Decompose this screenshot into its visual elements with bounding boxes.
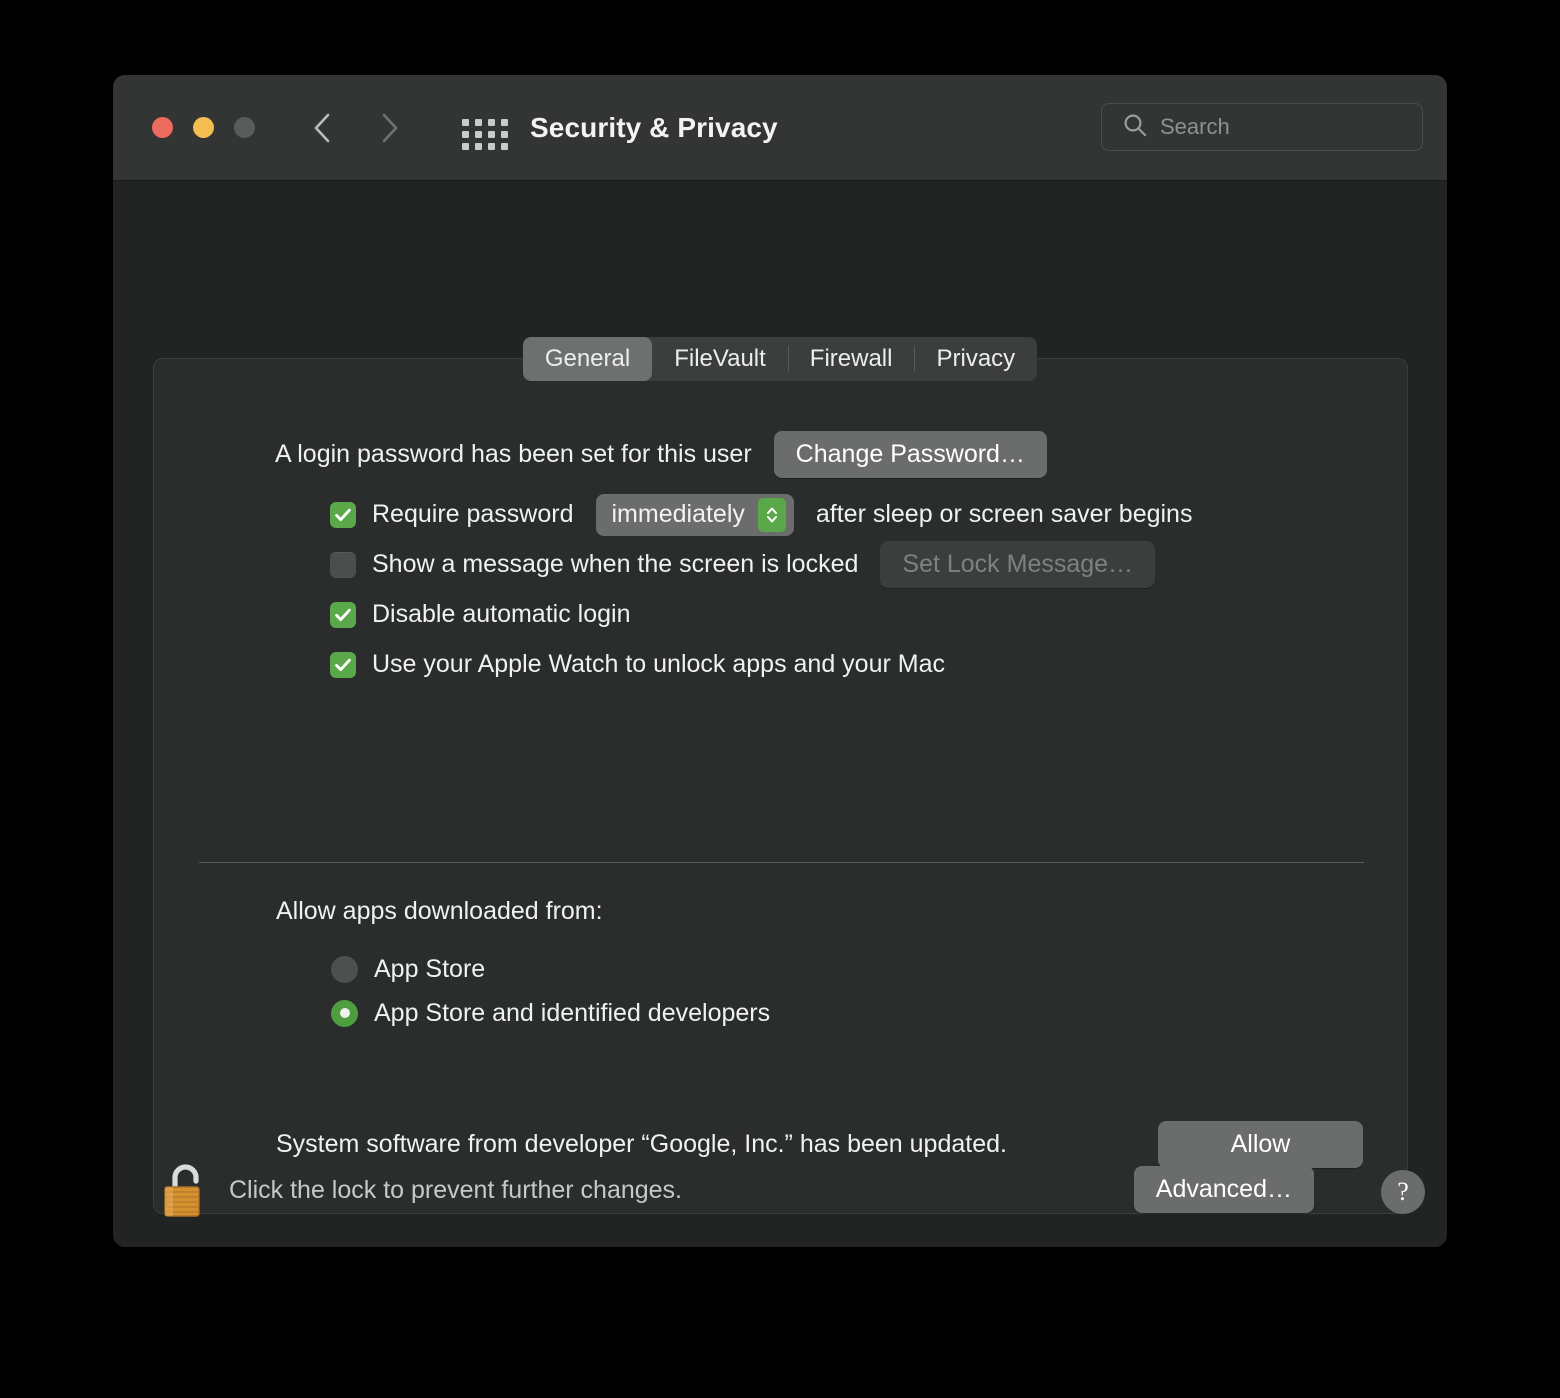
change-password-button[interactable]: Change Password… [773, 431, 1047, 478]
grid-dot [475, 142, 482, 150]
search-input[interactable] [1158, 113, 1447, 141]
grid-dot [462, 118, 469, 126]
grid-dot [475, 130, 482, 138]
minimize-icon[interactable] [193, 117, 214, 138]
window-footer: Click the lock to prevent further change… [113, 1128, 1447, 1247]
disable-automatic-login-checkbox[interactable] [330, 601, 356, 628]
app-store-label: App Store [374, 954, 486, 983]
grid-dot [501, 142, 508, 150]
app-source-radio-group: App Store App Store and identified devel… [331, 947, 770, 1035]
require-password-delay-popup[interactable]: immediately [595, 493, 794, 536]
require-password-checkbox[interactable] [330, 501, 356, 528]
apple-watch-unlock-label: Use your Apple Watch to unlock apps and … [372, 650, 945, 678]
grid-dot [488, 142, 495, 150]
app-store-radio[interactable] [331, 955, 358, 983]
grid-dot [488, 118, 495, 126]
require-password-delay-value: immediately [611, 500, 745, 528]
show-lock-message-checkbox[interactable] [330, 551, 356, 578]
allow-apps-label: Allow apps downloaded from: [276, 897, 603, 925]
lock-hint-label: Click the lock to prevent further change… [229, 1176, 683, 1204]
require-password-row: Require password immediately after sleep… [330, 490, 1192, 539]
grid-dot [501, 118, 508, 126]
help-button[interactable]: ? [1381, 1170, 1425, 1214]
password-status-label: A login password has been set for this u… [275, 439, 752, 468]
close-icon[interactable] [152, 117, 173, 138]
search-icon [1122, 112, 1148, 143]
disable-automatic-login-label: Disable automatic login [372, 600, 631, 628]
unlocked-padlock-icon[interactable] [159, 1161, 213, 1223]
navigation-arrows [309, 111, 403, 145]
security-privacy-window: Security & Privacy General FileVault Fir… [113, 75, 1447, 1247]
show-lock-message-label: Show a message when the screen is locked [372, 550, 859, 578]
tab-firewall[interactable]: Firewall [787, 337, 915, 381]
tab-bar: General FileVault Firewall Privacy [113, 337, 1447, 381]
show-message-row: Show a message when the screen is locked… [330, 540, 1192, 589]
segmented-control: General FileVault Firewall Privacy [522, 337, 1038, 381]
grid-dot [488, 130, 495, 138]
section-divider [199, 862, 1364, 863]
back-arrow-icon[interactable] [309, 111, 335, 145]
chevron-up-down-icon [757, 497, 786, 532]
disable-auto-login-row: Disable automatic login [330, 590, 1192, 639]
window-title: Security & Privacy [530, 112, 778, 143]
tab-privacy[interactable]: Privacy [914, 337, 1037, 381]
apple-watch-unlock-checkbox[interactable] [330, 651, 356, 678]
login-password-row: A login password has been set for this u… [275, 431, 1047, 478]
grid-dot [462, 142, 469, 150]
app-store-identified-developers-label: App Store and identified developers [374, 998, 771, 1027]
require-password-suffix-label: after sleep or screen saver begins [815, 500, 1193, 528]
search-field[interactable] [1101, 103, 1447, 151]
app-store-identified-developers-radio[interactable] [331, 999, 358, 1027]
window-titlebar: Security & Privacy [113, 75, 1447, 181]
grid-dot [462, 130, 469, 138]
security-options-list: Require password immediately after sleep… [330, 490, 1192, 690]
traffic-light-group [152, 117, 255, 138]
desktop-background: Security & Privacy General FileVault Fir… [0, 0, 1560, 1398]
apple-watch-row: Use your Apple Watch to unlock apps and … [330, 640, 1192, 689]
tab-general[interactable]: General [522, 337, 653, 381]
require-password-label: Require password [372, 500, 574, 528]
tab-filevault[interactable]: FileVault [652, 337, 788, 381]
advanced-button[interactable]: Advanced… [1133, 1166, 1314, 1213]
app-store-row: App Store [331, 947, 770, 991]
zoom-icon[interactable] [234, 117, 255, 138]
set-lock-message-button[interactable]: Set Lock Message… [880, 541, 1156, 588]
grid-dot [475, 118, 482, 126]
forward-arrow-icon[interactable] [377, 111, 403, 145]
grid-dot [501, 130, 508, 138]
show-all-preferences-icon[interactable] [462, 114, 508, 154]
general-panel: A login password has been set for this u… [153, 358, 1408, 1214]
window-body: General FileVault Firewall Privacy A log… [113, 181, 1447, 1247]
app-store-identified-developers-row: App Store and identified developers [331, 991, 770, 1035]
